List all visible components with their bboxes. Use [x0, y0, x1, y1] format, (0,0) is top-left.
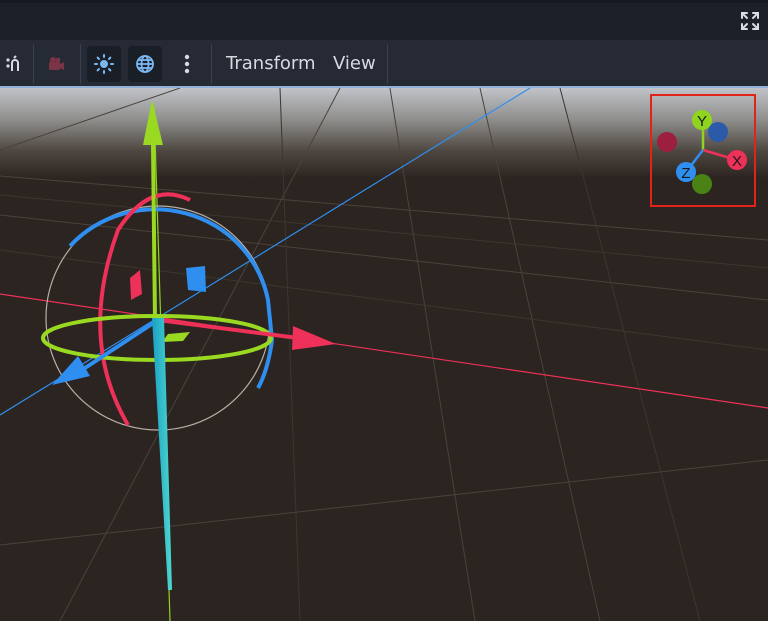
gizmo-neg-z-handle[interactable]: [708, 122, 728, 142]
view-menu[interactable]: View: [333, 53, 376, 75]
more-options-button[interactable]: [170, 46, 204, 82]
sky-horizon: [0, 88, 768, 178]
toggle-preview-sun-button[interactable]: [87, 46, 121, 82]
toggle-preview-environment-button[interactable]: [128, 46, 162, 82]
toolbar-separator: [33, 44, 34, 84]
viewport-scene: Y X Z: [0, 88, 768, 621]
viewport-toolbar: Transform View: [0, 40, 768, 88]
sun-icon: [94, 54, 114, 74]
xy-plane-handle[interactable]: [186, 266, 206, 292]
toolbar-separator: [387, 44, 388, 84]
gizmo-neg-x-handle[interactable]: [657, 132, 677, 152]
toolbar-separator: [211, 44, 212, 84]
vertical-ellipsis-icon: [184, 54, 190, 74]
gizmo-neg-y-handle[interactable]: [692, 174, 712, 194]
camera-icon: [49, 57, 64, 70]
gizmo-y-label: Y: [697, 113, 707, 130]
gizmo-z-label: Z: [681, 165, 690, 182]
camera-preview-button[interactable]: [39, 46, 73, 82]
fullscreen-toggle-button[interactable]: [740, 11, 760, 31]
title-bar-divider: [0, 0, 768, 3]
toolbar-separator: [80, 44, 81, 84]
window-title-bar: [0, 0, 768, 40]
gizmo-x-label: X: [732, 153, 742, 170]
select-mode-icon: [6, 55, 19, 71]
globe-icon: [136, 55, 154, 73]
expand-icon: [741, 12, 759, 30]
3d-viewport[interactable]: Y X Z: [0, 88, 768, 621]
select-mode-button[interactable]: [0, 46, 28, 82]
y-move-shaft[interactable]: [151, 144, 157, 321]
transform-menu[interactable]: Transform: [226, 53, 316, 75]
